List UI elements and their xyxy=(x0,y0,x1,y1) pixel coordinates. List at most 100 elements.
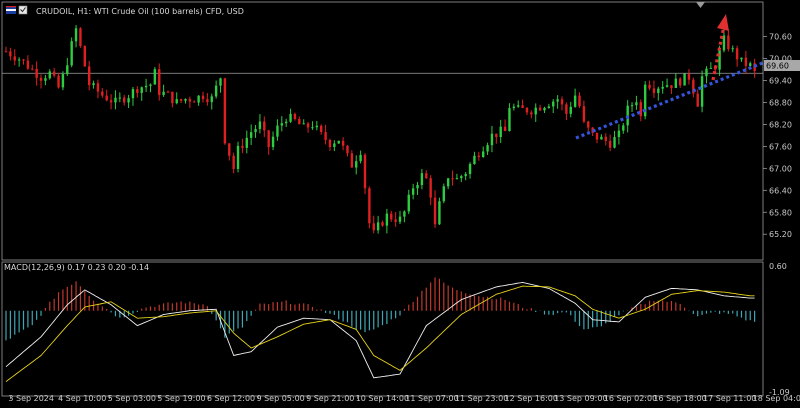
candle-body xyxy=(114,97,117,103)
candle-body xyxy=(617,130,621,138)
candle-body xyxy=(48,71,51,79)
candle-body xyxy=(123,97,126,103)
candle-body xyxy=(394,219,397,222)
candle-body xyxy=(13,56,16,61)
x-tick-label: 6 Sep 12:00 xyxy=(207,394,255,403)
candle-body xyxy=(622,125,625,131)
price-tick-label: 65.80 xyxy=(769,208,792,217)
candle-body xyxy=(648,84,651,89)
candle-body xyxy=(61,74,65,88)
candle-body xyxy=(486,145,489,152)
candle-body xyxy=(131,89,135,99)
candle-body xyxy=(438,201,441,225)
candle-body xyxy=(83,46,87,67)
candle-body xyxy=(258,121,262,129)
support-trend-line xyxy=(575,58,771,140)
candle-body xyxy=(87,66,91,86)
candle-body xyxy=(556,99,559,102)
candle-body xyxy=(74,28,78,42)
candle-body xyxy=(52,71,56,76)
x-tick-label: 12 Sep 16:00 xyxy=(505,394,558,403)
candle-body xyxy=(657,88,660,93)
candle-body xyxy=(320,125,323,133)
candle-body xyxy=(582,106,586,122)
candle-body xyxy=(306,123,310,128)
price-tick-label: 66.40 xyxy=(769,186,792,195)
candlestick-series xyxy=(4,25,756,234)
shift-marker-icon[interactable] xyxy=(696,2,705,8)
candle-body xyxy=(232,155,235,169)
candle-body xyxy=(337,140,340,144)
candle-body xyxy=(109,100,113,103)
price-tick-label: 70.60 xyxy=(769,33,792,42)
candle-body xyxy=(595,132,599,140)
candle-body xyxy=(158,69,161,96)
candle-body xyxy=(600,136,603,140)
x-tick-label: 11 Sep 07:00 xyxy=(405,394,458,403)
candle-body xyxy=(731,48,734,50)
candle-body xyxy=(4,51,8,53)
candle-body xyxy=(709,67,713,69)
candle-body xyxy=(368,188,371,224)
x-tick-label: 13 Sep 09:00 xyxy=(554,394,607,403)
candle-body xyxy=(477,155,481,158)
candle-body xyxy=(460,176,463,179)
candle-body xyxy=(446,178,450,187)
candle-body xyxy=(17,59,21,61)
candle-body xyxy=(385,213,389,226)
candle-body xyxy=(324,132,327,140)
candle-body xyxy=(280,123,284,126)
candle-body xyxy=(140,87,143,93)
candle-body xyxy=(499,126,502,138)
candle-body xyxy=(503,126,507,132)
current-price-label: 69.60 xyxy=(764,60,800,71)
candle-body xyxy=(661,86,664,89)
flag-icon[interactable] xyxy=(6,6,16,14)
candle-body xyxy=(727,35,730,50)
candle-body xyxy=(565,104,568,114)
candle-body xyxy=(687,73,691,80)
candle-body xyxy=(639,102,642,117)
chart-settings-icon[interactable] xyxy=(18,5,28,15)
candle-body xyxy=(473,155,476,164)
candle-body xyxy=(525,107,529,113)
candle-body xyxy=(420,173,424,186)
candle-body xyxy=(284,121,288,124)
candle-body xyxy=(372,223,375,231)
candle-body xyxy=(127,98,130,103)
x-tick-label: 9 Sep 05:00 xyxy=(256,394,304,403)
candle-body xyxy=(254,128,257,133)
x-tick-label: 5 Sep 19:00 xyxy=(157,394,205,403)
candle-body xyxy=(468,163,472,174)
candle-body xyxy=(608,140,612,148)
candle-body xyxy=(398,216,402,222)
candle-body xyxy=(201,95,205,100)
x-tick-label: 9 Sep 21:00 xyxy=(306,394,354,403)
candle-body xyxy=(390,213,393,220)
candle-body xyxy=(197,95,200,103)
candle-body xyxy=(96,83,100,92)
candle-body xyxy=(346,145,349,154)
candle-body xyxy=(228,143,231,156)
candle-body xyxy=(263,121,266,131)
macd-tick-label: 0.60 xyxy=(769,262,787,271)
candle-body xyxy=(376,222,380,231)
candle-body xyxy=(740,57,743,60)
candle-body xyxy=(403,211,406,217)
candle-body xyxy=(70,41,73,66)
candle-body xyxy=(355,161,358,168)
candle-body xyxy=(429,178,432,198)
candle-body xyxy=(700,76,704,107)
candle-body xyxy=(267,130,270,148)
x-tick-label: 3 Sep 2024 xyxy=(8,394,54,403)
candle-body xyxy=(481,151,485,158)
candle-body xyxy=(534,107,537,115)
candle-body xyxy=(411,188,415,195)
trading-chart[interactable]: 70.6070.0069.4068.8068.2067.6067.0066.40… xyxy=(0,0,800,408)
candle-body xyxy=(517,105,520,107)
candle-body xyxy=(547,106,551,108)
x-tick-label: 10 Sep 14:00 xyxy=(356,394,409,403)
candle-body xyxy=(179,99,183,101)
candle-body xyxy=(578,95,581,107)
candle-body xyxy=(363,154,367,189)
